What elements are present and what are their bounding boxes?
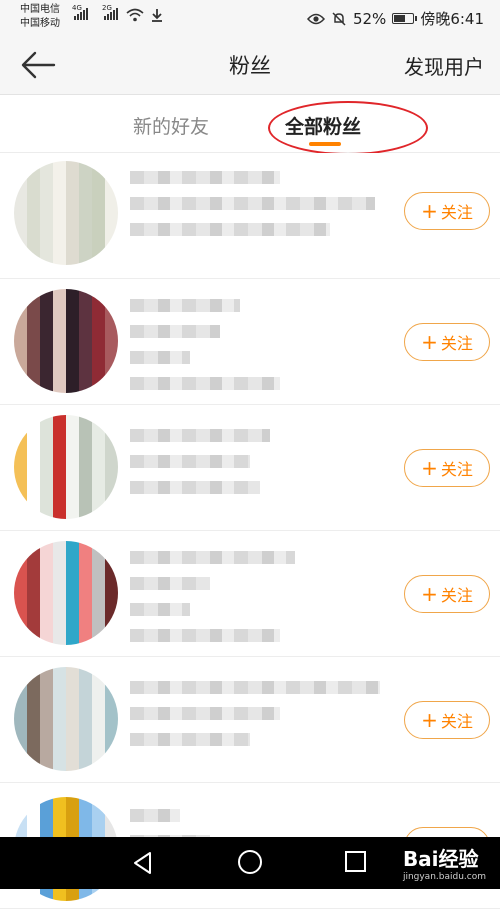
plus-icon: + [421,199,438,223]
plus-icon: + [421,456,438,480]
list-item[interactable]: +关注 [0,279,500,405]
follower-tabs: 新的好友 全部粉丝 [0,95,500,153]
avatar [14,415,118,519]
carrier-1: 中国电信 [20,4,60,15]
plus-icon: + [421,330,438,354]
active-tab-indicator [309,142,341,146]
signal-icon-1: 4G [72,4,88,20]
avatar [14,541,118,645]
system-nav-bar: Bai经验 jingyan.baidu.com [0,837,500,889]
follow-button[interactable]: +关注 [404,575,490,613]
follower-list: +关注 +关注 +关注 +关注 +关注 +关注 [0,153,500,909]
list-item[interactable]: +关注 [0,153,500,279]
follow-button[interactable]: +关注 [404,449,490,487]
list-item[interactable]: +关注 [0,657,500,783]
status-right: 52% 傍晚6:41 [306,8,484,29]
plus-icon: + [421,582,438,606]
carrier-2: 中国移动 [20,18,60,29]
list-item[interactable]: +关注 [0,405,500,531]
nav-home-icon[interactable] [238,850,262,874]
wifi-icon [126,8,144,22]
watermark: Bai经验 jingyan.baidu.com [402,847,486,882]
battery-percent: 52% [352,9,387,28]
mute-bell-icon [332,11,346,26]
status-time: 傍晚6:41 [420,10,484,28]
status-bar: 中国电信 中国移动 4G 2G 52% 傍晚6:41 [0,0,500,36]
plus-icon: + [421,708,438,732]
battery-icon [392,13,418,24]
discover-users-button[interactable]: 发现用户 [404,51,484,80]
blurred-user-info [130,551,380,655]
blurred-user-info [130,429,380,507]
nav-recent-apps-icon[interactable] [345,851,366,872]
follow-button[interactable]: +关注 [404,701,490,739]
avatar [14,667,118,771]
eye-icon [306,13,325,24]
nav-back-icon[interactable] [130,850,156,876]
avatar [14,161,118,265]
blurred-user-info [130,171,380,249]
signal-icon-2: 2G [102,4,118,20]
tab-all-followers[interactable]: 全部粉丝 [285,112,361,139]
follow-button[interactable]: +关注 [404,192,490,230]
blurred-user-info [130,299,380,403]
blurred-user-info [130,681,380,759]
top-app-bar: 粉丝 发现用户 [0,36,500,95]
list-item[interactable]: +关注 [0,531,500,657]
avatar [14,289,118,393]
follow-button[interactable]: +关注 [404,323,490,361]
carrier-info: 中国电信 中国移动 [20,3,60,31]
tab-new-friends[interactable]: 新的好友 [133,112,209,139]
download-icon [152,9,162,22]
